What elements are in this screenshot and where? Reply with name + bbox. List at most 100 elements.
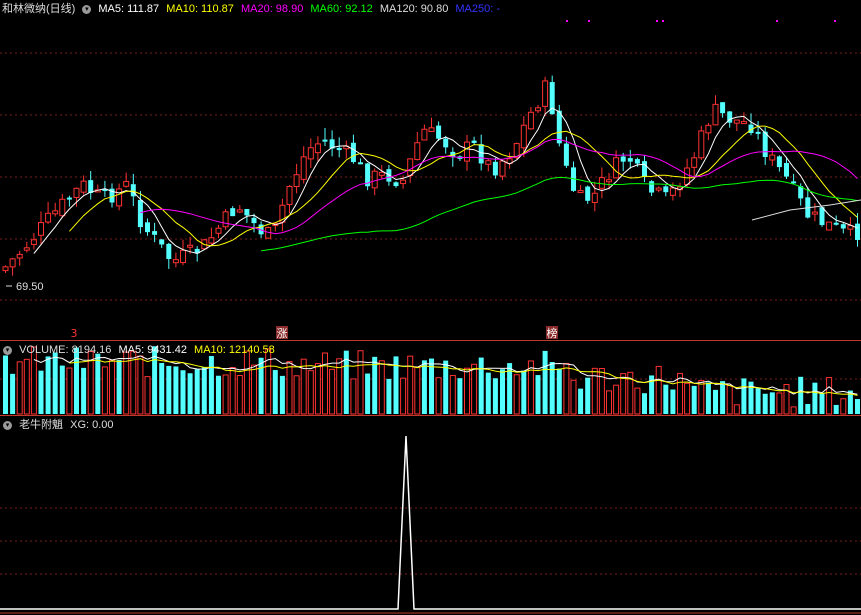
collapse-toggle-icon[interactable]: ▾ <box>3 345 12 355</box>
volume-bar-up <box>378 360 385 415</box>
volume-bar-down <box>805 404 811 414</box>
candle-down <box>145 222 150 233</box>
candle-down <box>478 144 484 164</box>
volume-bar-up <box>840 398 847 415</box>
price-chart[interactable]: 3 涨 榜 69.50 <box>0 0 861 341</box>
volume-bar-down <box>812 382 818 414</box>
volume-bar-down <box>762 393 768 414</box>
candle-up <box>613 157 620 179</box>
signal-dot <box>588 20 590 22</box>
volume-bar-down <box>194 369 200 414</box>
volume-bar-down <box>500 369 505 414</box>
candle-up <box>80 180 87 193</box>
ma5-label: MA5: 111.87 <box>98 3 160 15</box>
candle-up <box>598 177 605 189</box>
candle-down <box>230 208 236 217</box>
candle-down <box>649 181 655 193</box>
price-chart-panel[interactable]: 3 涨 榜 69.50 和林微纳(日线) ▾ MA5: 111.87 MA10: 11… <box>0 0 861 341</box>
candle-down <box>137 199 143 228</box>
volume-bar-up <box>726 384 733 415</box>
volume-bar-up <box>293 375 300 415</box>
chart-marker: 榜 <box>547 326 558 340</box>
volume-bar-down <box>542 350 548 414</box>
volume-bar-down <box>578 388 584 414</box>
candle-up <box>23 247 30 251</box>
ma250-label: MA250: - <box>455 3 501 15</box>
candle-up <box>208 237 215 244</box>
volume-bar-down <box>556 368 562 414</box>
indicator-chart[interactable] <box>0 416 861 615</box>
volume-bar-down <box>819 392 825 414</box>
volume-bar-up <box>733 404 740 415</box>
candle-up <box>740 121 747 125</box>
volume-bar-up <box>286 361 293 415</box>
volume-bar-up <box>471 363 478 415</box>
candle-up <box>428 127 435 133</box>
volume-bar-down <box>10 373 16 414</box>
signal-dot <box>656 20 658 22</box>
candle-down <box>840 224 846 229</box>
panel-divider <box>0 415 861 416</box>
collapse-toggle-icon[interactable]: ▾ <box>3 420 12 430</box>
volume-bar-down <box>279 375 285 414</box>
volume-bar-up <box>229 367 236 415</box>
indicator-grid <box>0 507 861 575</box>
volume-bar-down <box>798 376 804 414</box>
candle-up <box>669 187 676 196</box>
candle-up <box>187 244 194 248</box>
signal-dot <box>662 20 664 22</box>
volume-bar-down <box>95 353 101 414</box>
candle-down <box>350 142 356 163</box>
price-chart-header: 和林微纳(日线) ▾ MA5: 111.87 MA10: 110.87 MA20:… <box>0 2 504 16</box>
candle-up <box>769 154 776 161</box>
volume-bar-up <box>30 346 37 415</box>
candle-down <box>471 140 477 143</box>
ma20-label: MA20: 98.90 <box>240 3 304 15</box>
volume-bar-down <box>535 375 541 414</box>
volume-bar-down <box>272 370 278 414</box>
volume-bar-up <box>407 355 414 415</box>
candle-up <box>577 190 584 194</box>
candle-down <box>251 217 257 224</box>
collapse-toggle-icon[interactable]: ▾ <box>82 4 92 14</box>
candle-down <box>336 147 342 151</box>
xg-value-label: XG: 0.00 <box>70 419 114 431</box>
ma60-line <box>261 176 858 252</box>
indicator-panel[interactable]: ▾ 老牛附魈 XG: 0.00 <box>0 416 861 615</box>
candle-down <box>762 131 768 158</box>
candle-down <box>322 139 328 142</box>
indicator-header: ▾ 老牛附魈 XG: 0.00 <box>0 418 118 432</box>
volume-bar-up <box>591 367 598 415</box>
volume-bar-up <box>435 377 442 415</box>
volume-panel[interactable]: ▾ VOLUME: 8194.16 MA5: 9431.42 MA10: 121… <box>0 341 861 416</box>
volume-bar-down <box>663 384 669 414</box>
candle-up <box>520 124 527 149</box>
volume-bar-up <box>222 374 229 415</box>
volume-bar-down <box>372 356 378 414</box>
candle-down <box>634 159 640 164</box>
candle-up <box>2 266 9 272</box>
candle-down <box>166 243 172 259</box>
candle-up <box>307 147 314 160</box>
volume-bar-up <box>790 406 797 415</box>
candle-up <box>407 158 414 176</box>
volume-bar-down <box>59 365 65 414</box>
volume-bar-down <box>705 382 711 414</box>
volume-ma5-label: MA5: 9431.42 <box>118 344 187 356</box>
candle-down <box>776 156 782 168</box>
volume-bar-down <box>492 378 498 414</box>
candle-down <box>819 207 825 226</box>
ma10-line <box>69 125 858 247</box>
volume-bar-up <box>698 380 705 415</box>
volume-bar-up <box>513 374 520 415</box>
volume-bar-down <box>258 357 264 414</box>
price-grid <box>0 52 861 301</box>
volume-bar-up <box>449 374 456 415</box>
candle-up <box>286 186 293 205</box>
volume-bar-up <box>66 367 73 415</box>
volume-bar-down <box>421 360 427 414</box>
candle-up <box>9 258 16 268</box>
candle-up <box>499 160 506 177</box>
volume-bar-down <box>386 378 392 414</box>
volume-bar-up <box>826 377 833 415</box>
